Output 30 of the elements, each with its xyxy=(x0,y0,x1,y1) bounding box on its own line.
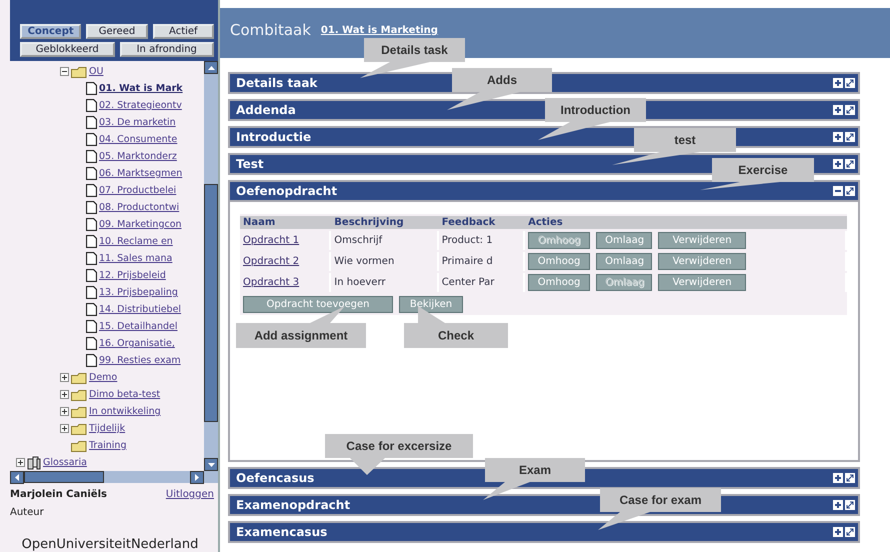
section-title: Oefencasus xyxy=(236,471,314,485)
table-cell: Wie vormen xyxy=(331,252,439,271)
logo-text: OpenUniversiteitNederland xyxy=(22,537,198,552)
section-title: Oefenopdracht xyxy=(236,184,338,198)
table-cell: Center Par xyxy=(438,273,526,292)
table-cell: In hoeverr xyxy=(331,273,439,292)
column-header: Beschrijving xyxy=(331,216,439,229)
column-header: Naam xyxy=(240,216,332,229)
column-header: Acties xyxy=(525,216,847,229)
table-cell: Product: 1 xyxy=(438,231,526,250)
callout-tooltip: Case for excersize xyxy=(325,434,473,475)
callout-tooltip: Introduction xyxy=(538,98,646,140)
callout-tooltip: test xyxy=(612,128,736,165)
section-title: Test xyxy=(236,157,264,171)
callout-tooltip: Exam xyxy=(483,458,585,500)
column-header: Feedback xyxy=(438,216,526,229)
callout-tooltip: Case for exam xyxy=(598,488,721,530)
callout-tooltip: Adds xyxy=(447,68,552,110)
page-title: Combitaak xyxy=(230,21,311,39)
section-title: Details taak xyxy=(236,76,318,90)
section-title: Introductie xyxy=(236,130,312,144)
user-role: Auteur xyxy=(10,506,44,518)
section-title: Addenda xyxy=(236,103,296,117)
callout-tooltip: Exercise xyxy=(700,158,814,190)
section-title: Examenopdracht xyxy=(236,498,350,512)
callout-tooltip: Details task xyxy=(360,38,465,78)
user-name: Marjolein Caniëls xyxy=(10,489,107,500)
section-title: Examencasus xyxy=(236,525,328,539)
table-cell: Omschrijf xyxy=(331,231,439,250)
table-cell: Primaire d xyxy=(438,252,526,271)
